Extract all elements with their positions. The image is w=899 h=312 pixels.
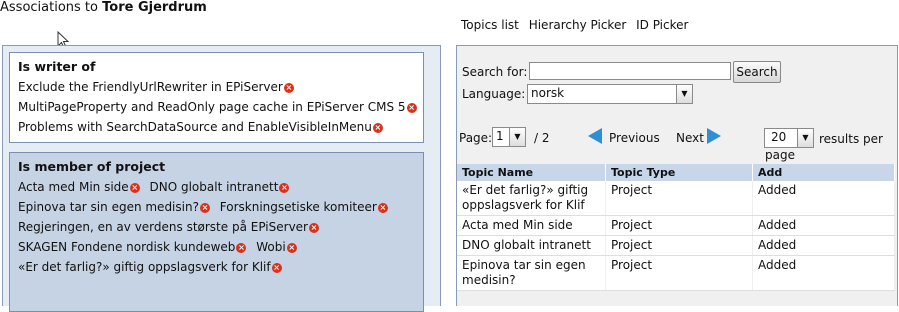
page-title-name: Tore Gjerdrum — [102, 0, 207, 15]
list-item: «Er det farlig?» giftig oppslagsverk for… — [18, 257, 415, 277]
previous-link[interactable]: Previous — [609, 131, 660, 145]
remove-icon[interactable]: × — [372, 123, 383, 133]
language-label: Language: — [462, 87, 526, 101]
member-of-project-box: Is member of project Acta med Min side × … — [9, 152, 424, 312]
list-item: SKAGEN Fondene nordisk kundeweb × Wobi × — [18, 237, 415, 257]
chevron-down-icon: ▼ — [509, 128, 525, 146]
page-select[interactable]: 1 ▼ — [492, 127, 526, 147]
project-item[interactable]: Acta med Min side — [18, 180, 129, 194]
add-status-cell: Added — [752, 215, 895, 236]
column-header-topic-name[interactable]: Topic Name — [457, 164, 607, 181]
topic-type-cell: Project — [605, 181, 754, 216]
remove-icon[interactable]: × — [236, 243, 247, 253]
list-item: Exclude the FriendlyUrlRewriter in EPiSe… — [18, 77, 415, 97]
topic-type-cell: Project — [605, 215, 754, 236]
writer-item[interactable]: MultiPageProperty and ReadOnly page cach… — [18, 100, 406, 114]
member-of-project-title: Is member of project — [18, 159, 166, 174]
list-item: Epinova tar sin egen medisin? × Forskning… — [18, 197, 415, 217]
tab-id-picker[interactable]: ID Picker — [636, 18, 688, 32]
results-per-page-label: results per page — [765, 132, 883, 162]
language-value: norsk — [531, 86, 565, 100]
topic-type-cell: Project — [605, 255, 754, 291]
search-input[interactable] — [529, 62, 731, 80]
arrow-right-icon[interactable] — [707, 128, 721, 144]
page-value: 1 — [496, 129, 504, 143]
tab-topics-list[interactable]: Topics list — [461, 18, 519, 32]
remove-icon[interactable]: × — [286, 243, 297, 253]
add-status-cell: Added — [752, 235, 895, 256]
search-button[interactable]: Search — [733, 61, 781, 83]
remove-icon[interactable]: × — [279, 183, 290, 193]
list-item: Regjeringen, en av verdens største på EP… — [18, 217, 415, 237]
project-item[interactable]: Epinova tar sin egen medisin? — [18, 200, 199, 214]
topic-name-cell[interactable]: «Er det farlig?» giftig oppslagsverk for… — [457, 181, 607, 216]
page-title: Associations to Tore Gjerdrum — [0, 0, 207, 15]
column-header-add[interactable]: Add — [752, 164, 895, 181]
add-status-cell: Added — [752, 181, 895, 216]
column-header-topic-type[interactable]: Topic Type — [605, 164, 754, 181]
table-row[interactable]: «Er det farlig?» giftig oppslagsverk for… — [457, 181, 895, 216]
picker-tabs: Topics list Hierarchy Picker ID Picker — [461, 18, 694, 32]
writer-item[interactable]: Problems with SearchDataSource and Enabl… — [18, 120, 372, 134]
table-row[interactable]: Epinova tar sin egen medisin? Project Ad… — [457, 255, 895, 291]
table-row[interactable]: Acta med Min side Project Added — [457, 215, 895, 236]
language-select[interactable]: norsk ▼ — [527, 84, 693, 104]
search-label: Search for: — [462, 65, 528, 79]
add-status-cell: Added — [752, 255, 895, 291]
writer-of-box: Is writer of Exclude the FriendlyUrlRewr… — [9, 52, 424, 143]
tab-hierarchy-picker[interactable]: Hierarchy Picker — [529, 18, 627, 32]
table-row[interactable]: DNO globalt intranett Project Added — [457, 235, 895, 256]
writer-of-title: Is writer of — [18, 59, 96, 74]
topics-table: Topic Name Topic Type Add «Er det farlig… — [457, 164, 895, 291]
topic-name-cell[interactable]: DNO globalt intranett — [457, 235, 607, 256]
remove-icon[interactable]: × — [199, 203, 210, 213]
writer-item[interactable]: Exclude the FriendlyUrlRewriter in EPiSe… — [18, 80, 283, 94]
next-link[interactable]: Next — [676, 131, 704, 145]
remove-icon[interactable]: × — [309, 223, 319, 233]
remove-icon[interactable]: × — [283, 83, 294, 93]
topic-name-cell[interactable]: Epinova tar sin egen medisin? — [457, 255, 607, 291]
page-total: / 2 — [534, 131, 550, 145]
project-item[interactable]: Regjeringen, en av verdens største på EP… — [18, 220, 308, 234]
page-label: Page: — [459, 131, 493, 145]
project-item[interactable]: «Er det farlig?» giftig oppslagsverk for… — [18, 260, 271, 274]
project-item[interactable]: DNO globalt intranett — [150, 180, 279, 194]
topic-picker-panel: Search for: Search Language: norsk ▼ Pag… — [456, 45, 898, 306]
associations-panel: Is writer of Exclude the FriendlyUrlRewr… — [2, 45, 441, 312]
remove-icon[interactable]: × — [129, 183, 140, 193]
topic-type-cell: Project — [605, 235, 754, 256]
list-item: Problems with SearchDataSource and Enabl… — [18, 117, 415, 137]
table-header-row: Topic Name Topic Type Add — [457, 164, 895, 181]
project-item[interactable]: Wobi — [256, 240, 285, 254]
remove-icon[interactable]: × — [271, 263, 282, 273]
list-item: Acta med Min side × DNO globalt intranett… — [18, 177, 415, 197]
project-item[interactable]: Forskningsetiske komiteer — [220, 200, 377, 214]
topic-name-cell[interactable]: Acta med Min side — [457, 215, 607, 236]
remove-icon[interactable]: × — [377, 203, 388, 213]
list-item: MultiPageProperty and ReadOnly page cach… — [18, 97, 417, 117]
project-item[interactable]: SKAGEN Fondene nordisk kundeweb — [18, 240, 235, 254]
page-title-prefix: Associations to — [0, 0, 98, 15]
remove-icon[interactable]: × — [406, 103, 417, 113]
chevron-down-icon: ▼ — [676, 85, 692, 103]
arrow-left-icon[interactable] — [588, 128, 602, 144]
